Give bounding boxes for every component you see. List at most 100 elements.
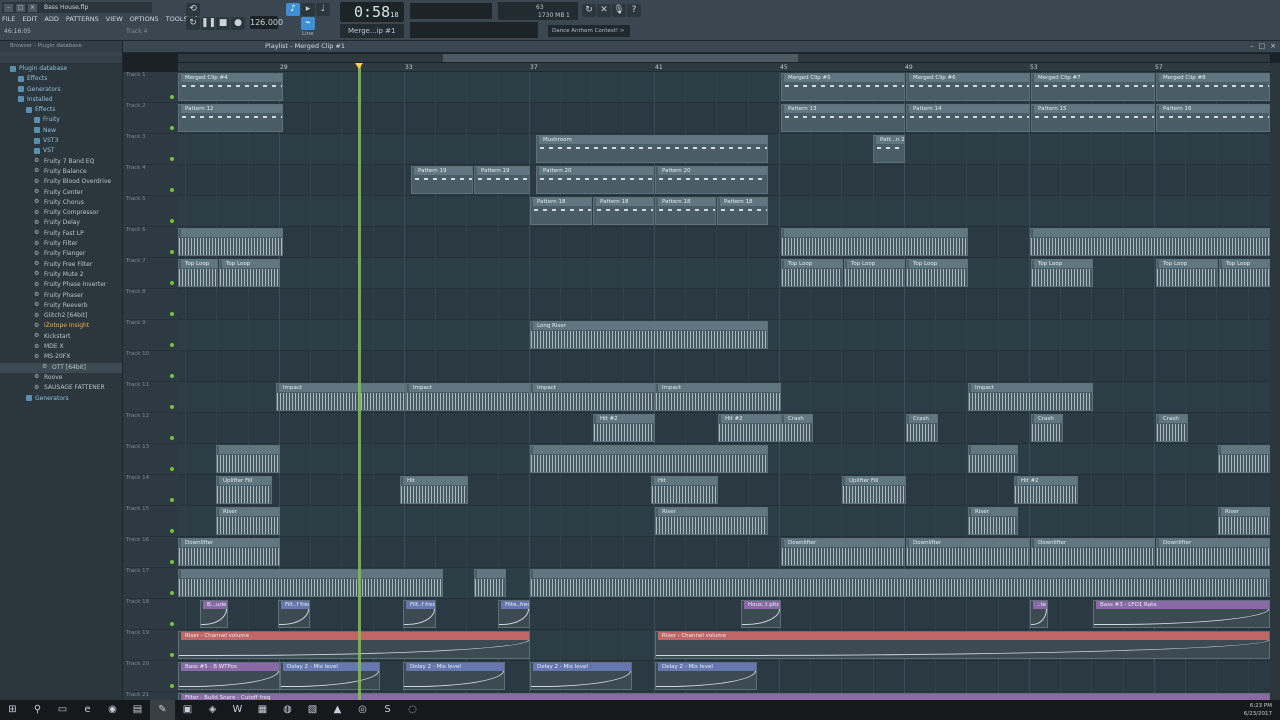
track-mute-led[interactable] bbox=[170, 188, 174, 192]
track-header[interactable]: Track 8 bbox=[126, 289, 176, 320]
pattern-clip[interactable]: Pattern 18 bbox=[655, 197, 716, 225]
calculator-icon[interactable]: ▦ bbox=[250, 700, 275, 720]
track-header[interactable]: Track 1 bbox=[126, 72, 176, 103]
track-mute-led[interactable] bbox=[170, 157, 174, 161]
automation-clip[interactable]: Bass #3 - LFO1 Rate bbox=[1093, 600, 1270, 628]
browser-item[interactable]: ⚙ Fruity Phaser bbox=[0, 291, 122, 301]
track-header[interactable]: Track 6 bbox=[126, 227, 176, 258]
track-mute-led[interactable] bbox=[170, 622, 174, 626]
word-icon[interactable]: W bbox=[225, 700, 250, 720]
track-header[interactable]: Track 2 bbox=[126, 103, 176, 134]
browser-item[interactable]: ⚙ Fruity 7 Band EQ bbox=[0, 157, 122, 167]
song-position-display[interactable]: 0:5818 bbox=[340, 2, 404, 22]
browser-item[interactable]: Plugin database bbox=[0, 64, 122, 74]
browser-item[interactable]: ⚙ SAUSAGE FATTENER bbox=[0, 383, 122, 393]
audio-clip[interactable]: Top Loop bbox=[1156, 259, 1218, 287]
maximize-icon[interactable]: □ bbox=[1259, 42, 1266, 50]
audio-clip[interactable] bbox=[216, 445, 280, 473]
audio-clip[interactable] bbox=[178, 228, 283, 256]
pattern-clip[interactable]: Patt...n 21 bbox=[873, 135, 905, 163]
track-mute-led[interactable] bbox=[170, 343, 174, 347]
automation-clip[interactable]: Filter - Build Snare - Cutoff freq bbox=[178, 693, 1270, 700]
audio-clip[interactable]: Top Loop bbox=[1219, 259, 1270, 287]
audio-clip[interactable]: Crash bbox=[781, 414, 813, 442]
audio-clip[interactable] bbox=[781, 228, 968, 256]
automation-clip[interactable]: Delay 2 - Mix level bbox=[280, 662, 380, 690]
browser-item[interactable]: ⚙ Fruity Balance bbox=[0, 167, 122, 177]
browser-item[interactable]: New bbox=[0, 126, 122, 136]
track-mute-led[interactable] bbox=[170, 126, 174, 130]
loop-icon[interactable]: ↻ bbox=[186, 17, 200, 30]
minimize-icon[interactable]: – bbox=[4, 3, 13, 12]
record-icon[interactable]: ● bbox=[231, 17, 245, 30]
track-header[interactable]: Track 11 bbox=[126, 382, 176, 413]
browser-item[interactable]: ⚙ OTT [64bit] bbox=[0, 362, 122, 373]
track-mute-led[interactable] bbox=[170, 529, 174, 533]
audio-clip[interactable] bbox=[968, 445, 1018, 473]
menu-patterns[interactable]: PATTERNS bbox=[66, 15, 99, 23]
explorer-icon[interactable]: ▤ bbox=[125, 700, 150, 720]
master-volume-slider[interactable] bbox=[410, 3, 492, 19]
track-header[interactable]: Track 18 bbox=[126, 599, 176, 630]
automation-clip[interactable]: Delay 2 - Mix level bbox=[655, 662, 757, 690]
automation-clip[interactable]: Filte..freq bbox=[498, 600, 530, 628]
task-view-icon[interactable]: ▭ bbox=[50, 700, 75, 720]
browser-item[interactable]: ⚙ Roove bbox=[0, 373, 122, 383]
menu-tools[interactable]: TOOLS bbox=[166, 15, 188, 23]
track-mute-led[interactable] bbox=[170, 95, 174, 99]
track-header[interactable]: Track 9 bbox=[126, 320, 176, 351]
browser-item[interactable]: ⚙ Fruity Flanger bbox=[0, 249, 122, 259]
browser-item[interactable]: ⚙ Fruity Filter bbox=[0, 239, 122, 249]
mic-icon[interactable]: 🎙 bbox=[612, 4, 626, 17]
step-edit-icon[interactable]: ▸ bbox=[301, 3, 315, 16]
audio-clip[interactable]: Impact bbox=[968, 383, 1093, 411]
audio-clip[interactable]: Top Loop bbox=[844, 259, 905, 287]
snap-icon[interactable]: ⌁ bbox=[301, 17, 315, 30]
browser-item[interactable]: VST3 bbox=[0, 136, 122, 146]
browser-item[interactable]: ⚙ Fruity Reeverb bbox=[0, 301, 122, 311]
pattern-clip[interactable]: Pattern 12 bbox=[178, 104, 283, 132]
track-mute-led[interactable] bbox=[170, 591, 174, 595]
browser-item[interactable]: ⚙ Fruity Compressor bbox=[0, 208, 122, 218]
automation-clip[interactable]: ..te bbox=[1030, 600, 1048, 628]
audio-clip[interactable]: Riser bbox=[655, 507, 768, 535]
song-mode-icon[interactable]: ♪ bbox=[286, 3, 300, 16]
pattern-clip[interactable]: Merged Clip #7 bbox=[1031, 73, 1155, 101]
start-icon[interactable]: ⊞ bbox=[0, 700, 25, 720]
minimize-icon[interactable]: – bbox=[1250, 42, 1254, 50]
audio-clip[interactable]: Downlifter bbox=[781, 538, 905, 566]
help-icon[interactable]: ? bbox=[627, 4, 641, 17]
audio-clip[interactable]: Downlifter bbox=[1156, 538, 1270, 566]
pattern-clip[interactable]: Pattern 18 bbox=[593, 197, 654, 225]
snap-label[interactable]: Line bbox=[302, 31, 313, 37]
pattern-clip[interactable]: Pattern 13 bbox=[781, 104, 905, 132]
browser-item[interactable]: Fruity bbox=[0, 115, 122, 125]
audio-clip[interactable]: Downlifter bbox=[906, 538, 1030, 566]
track-header[interactable]: Track 17 bbox=[126, 568, 176, 599]
browser-item[interactable]: ⚙ Fruity Blood Overdrive bbox=[0, 177, 122, 187]
audio-clip[interactable]: Crash bbox=[906, 414, 938, 442]
pattern-clip[interactable]: Pattern 19 bbox=[411, 166, 473, 194]
track-header[interactable]: Track 15 bbox=[126, 506, 176, 537]
track-header[interactable]: Track 12 bbox=[126, 413, 176, 444]
track-mute-led[interactable] bbox=[170, 281, 174, 285]
browser-item[interactable]: Effects bbox=[0, 105, 122, 115]
system-clock[interactable]: 6:23 PM 6/23/2017 bbox=[1244, 702, 1272, 718]
news-banner[interactable]: Dance Anthem Contest! > bbox=[548, 25, 630, 37]
browser-item[interactable]: VST bbox=[0, 146, 122, 156]
browser-item[interactable]: ⚙ MS-20FX bbox=[0, 352, 122, 362]
automation-clip[interactable]: Riser - Channel volume bbox=[178, 631, 530, 659]
menu-add[interactable]: ADD bbox=[44, 15, 58, 23]
pattern-clip[interactable]: Merged Clip #8 bbox=[1156, 73, 1270, 101]
pattern-clip[interactable]: Pattern 16 bbox=[1156, 104, 1270, 132]
browser-item[interactable]: ⚙ Fruity Mute 2 bbox=[0, 270, 122, 280]
playhead-marker[interactable] bbox=[355, 63, 363, 69]
pattern-clip[interactable]: Mushroom bbox=[536, 135, 768, 163]
audio-clip[interactable]: Impact bbox=[276, 383, 406, 411]
track-mute-led[interactable] bbox=[170, 405, 174, 409]
audio-clip[interactable] bbox=[1218, 445, 1270, 473]
audio-clip[interactable]: Hit bbox=[651, 476, 718, 504]
fl-studio-icon[interactable]: ✎ bbox=[150, 700, 175, 720]
app-icon[interactable]: ◈ bbox=[200, 700, 225, 720]
track-header[interactable]: Track 14 bbox=[126, 475, 176, 506]
